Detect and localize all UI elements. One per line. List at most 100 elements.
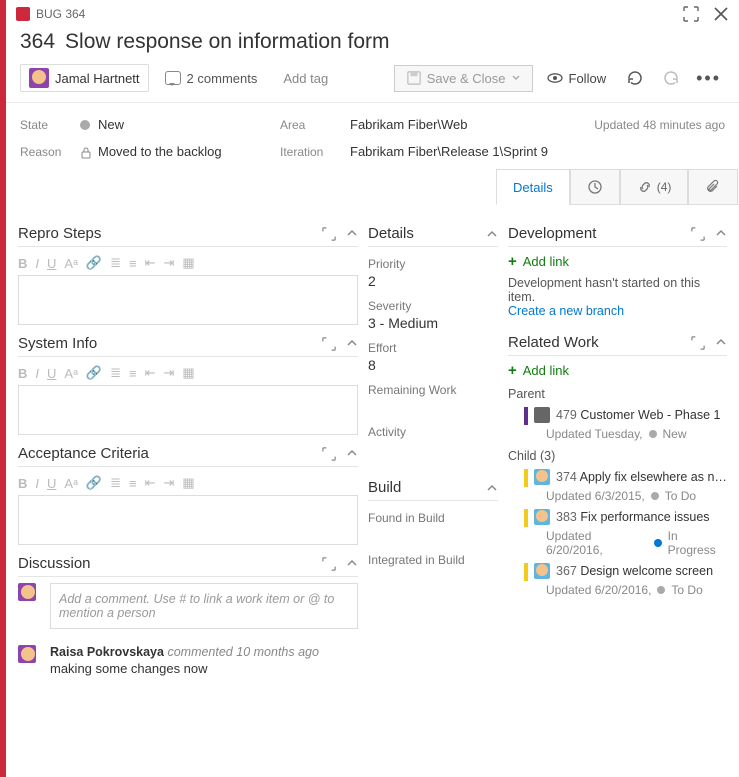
remaining-work-label: Remaining Work (368, 383, 498, 397)
child-label: Child (3) (508, 449, 727, 463)
activity-field[interactable] (368, 441, 498, 457)
acceptance-input[interactable] (18, 495, 358, 545)
create-branch-link[interactable]: Create a new branch (508, 304, 727, 318)
collapse-icon[interactable] (346, 227, 358, 241)
expand-icon[interactable] (322, 557, 336, 571)
page-title: 364Slow response on information form (6, 28, 739, 64)
acceptance-header: Acceptance Criteria (18, 445, 358, 467)
assignee-picker[interactable]: Jamal Hartnett (20, 64, 149, 92)
avatar-icon (18, 645, 36, 663)
expand-icon[interactable] (322, 227, 336, 241)
tab-history[interactable] (570, 169, 620, 204)
discussion-header: Discussion (18, 555, 358, 577)
collapse-icon[interactable] (486, 482, 498, 494)
comment-author: Raisa Pokrovskaya (50, 645, 164, 659)
related-item-child[interactable]: 383 Fix performance issues (524, 509, 727, 527)
remaining-work-field[interactable] (368, 399, 498, 415)
iteration-label: Iteration (280, 145, 350, 159)
comments-count: 2 comments (187, 71, 258, 86)
collapse-icon[interactable] (346, 557, 358, 571)
repro-rtf-toolbar[interactable]: BIUAᵃ🔗≣≡⇤⇥▦ (18, 253, 358, 275)
related-item-sub: Updated 6/3/2015,To Do (546, 489, 727, 503)
assignee-name: Jamal Hartnett (55, 71, 140, 86)
work-item-title[interactable]: Slow response on information form (65, 30, 390, 53)
related-item-child[interactable]: 374 Apply fix elsewhere as n… (524, 469, 727, 487)
tab-attachments[interactable] (688, 169, 738, 204)
state-label: State (20, 118, 80, 132)
found-in-build-field[interactable] (368, 527, 498, 543)
system-info-input[interactable] (18, 385, 358, 435)
content-area: Repro Steps BIUAᵃ🔗≣≡⇤⇥▦ System Info BIUA… (6, 205, 739, 676)
related-item-child[interactable]: 367 Design welcome screen (524, 563, 727, 581)
state-dot-icon (80, 120, 90, 130)
collapse-icon[interactable] (715, 336, 727, 350)
reason-value: Moved to the backlog (98, 144, 222, 159)
chevron-down-icon (512, 74, 520, 82)
save-and-close-button[interactable]: Save & Close (394, 65, 533, 92)
follow-button[interactable]: Follow (539, 66, 615, 90)
details-header: Details (368, 225, 498, 247)
discussion-input[interactable]: Add a comment. Use # to link a work item… (50, 583, 358, 629)
tab-bar: Details (4) (496, 169, 739, 205)
expand-icon[interactable] (322, 337, 336, 351)
fullscreen-icon[interactable] (683, 6, 699, 22)
related-item-parent[interactable]: 479 Customer Web - Phase 1 (524, 407, 727, 425)
close-icon[interactable] (713, 6, 729, 22)
undo-button[interactable] (662, 69, 680, 87)
area-field[interactable]: Fabrikam Fiber\Web (350, 117, 565, 132)
activity-label: Activity (368, 425, 498, 439)
expand-icon[interactable] (691, 227, 705, 241)
build-title: Build (368, 479, 401, 496)
severity-field[interactable]: 3 - Medium (368, 315, 498, 331)
middle-column: Details Priority 2 Severity 3 - Medium E… (368, 215, 498, 676)
add-tag-button[interactable]: Add tag (273, 67, 338, 90)
toolbar: Jamal Hartnett 2 comments Add tag Save &… (6, 64, 739, 103)
found-in-build-label: Found in Build (368, 511, 498, 525)
iteration-field[interactable]: Fabrikam Fiber\Release 1\Sprint 9 (350, 144, 565, 159)
more-actions-button[interactable]: ••• (692, 68, 725, 89)
plus-icon: + (508, 253, 517, 270)
effort-field[interactable]: 8 (368, 357, 498, 373)
dev-add-link-button[interactable]: +Add link (508, 253, 727, 270)
right-column: Development +Add link Development hasn't… (508, 215, 727, 676)
avatar-icon (534, 469, 550, 485)
priority-field[interactable]: 2 (368, 273, 498, 289)
state-dot-icon (649, 430, 657, 438)
repro-steps-title: Repro Steps (18, 225, 101, 242)
expand-icon[interactable] (691, 336, 705, 350)
reason-field[interactable]: Moved to the backlog (80, 144, 280, 159)
collapse-icon[interactable] (486, 228, 498, 240)
work-item-type-icon (534, 407, 550, 423)
tab-details[interactable]: Details (496, 169, 570, 205)
related-item-sub: Updated 6/20/2016,To Do (546, 583, 727, 597)
acceptance-title: Acceptance Criteria (18, 445, 149, 462)
comment-body: making some changes now (50, 661, 319, 676)
avatar-icon (29, 68, 49, 88)
parent-label: Parent (508, 387, 727, 401)
related-item-sub: Updated Tuesday, New (546, 427, 727, 441)
build-header: Build (368, 479, 498, 501)
state-field[interactable]: New (80, 117, 280, 132)
discussion-input-row: Add a comment. Use # to link a work item… (18, 583, 358, 629)
acceptance-rtf-toolbar[interactable]: BIUAᵃ🔗≣≡⇤⇥▦ (18, 473, 358, 495)
collapse-icon[interactable] (346, 447, 358, 461)
collapse-icon[interactable] (715, 227, 727, 241)
work-item-color-bar (524, 469, 528, 487)
priority-label: Priority (368, 257, 498, 271)
integrated-in-build-field[interactable] (368, 569, 498, 585)
collapse-icon[interactable] (346, 337, 358, 351)
comments-button[interactable]: 2 comments (155, 67, 268, 90)
reason-label: Reason (20, 145, 80, 159)
avatar-icon (534, 563, 550, 579)
refresh-button[interactable] (626, 69, 644, 87)
avatar-icon (534, 509, 550, 525)
children-list: 374 Apply fix elsewhere as n… Updated 6/3… (508, 469, 727, 597)
integrated-in-build-label: Integrated in Build (368, 553, 498, 567)
related-add-link-button[interactable]: +Add link (508, 362, 727, 379)
repro-steps-input[interactable] (18, 275, 358, 325)
save-icon (407, 71, 421, 85)
tab-links[interactable]: (4) (620, 169, 689, 204)
left-column: Repro Steps BIUAᵃ🔗≣≡⇤⇥▦ System Info BIUA… (18, 215, 358, 676)
sysinfo-rtf-toolbar[interactable]: BIUAᵃ🔗≣≡⇤⇥▦ (18, 363, 358, 385)
expand-icon[interactable] (322, 447, 336, 461)
